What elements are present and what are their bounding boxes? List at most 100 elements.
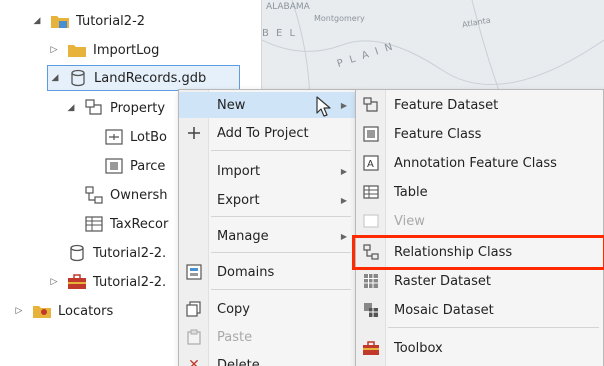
mosaic-dataset-icon <box>362 301 380 319</box>
tree-item-lotbo[interactable]: LotBo <box>104 124 167 150</box>
menu-item-label: Annotation Feature Class <box>394 155 557 171</box>
menu-item-label: New <box>217 97 246 113</box>
tree-item-tutorial2-2-gdb[interactable]: Tutorial2-2. <box>67 240 166 266</box>
tree-item-label: Locators <box>58 303 114 319</box>
svg-text:A: A <box>367 159 374 170</box>
menu-item-import[interactable]: Import ▶ <box>179 158 355 184</box>
submenu-arrow-icon: ▶ <box>340 100 347 110</box>
menu-item-label: Feature Class <box>394 126 482 142</box>
paste-icon <box>185 328 203 346</box>
geodatabase-icon <box>68 69 88 87</box>
expanded-caret-icon[interactable]: ◢ <box>64 103 78 113</box>
tree-item-label: Tutorial2-2. <box>93 274 167 290</box>
tree-item-label: ImportLog <box>93 42 160 58</box>
menu-separator <box>211 150 351 151</box>
tree-item-label: LotBo <box>130 129 167 145</box>
menu-item-copy[interactable]: Copy <box>179 296 355 322</box>
folder-icon <box>67 41 87 59</box>
menu-item-label: Add To Project <box>217 125 309 141</box>
menu-item-label: Domains <box>217 264 275 280</box>
collapsed-caret-icon[interactable]: ▷ <box>12 306 26 316</box>
submenu-item-feature-dataset[interactable]: Feature Dataset <box>356 92 603 118</box>
menu-item-label: Copy <box>217 301 250 317</box>
locators-folder-icon <box>32 302 52 320</box>
domains-icon <box>185 263 203 281</box>
menu-item-label: Paste <box>217 329 253 345</box>
menu-item-delete[interactable]: ✕ Delete <box>179 352 355 366</box>
menu-separator <box>388 327 599 328</box>
toolbox-icon <box>67 273 87 291</box>
submenu-item-view[interactable]: View <box>356 208 603 234</box>
tree-item-importlog[interactable]: ▷ ImportLog <box>47 37 160 63</box>
delete-icon: ✕ <box>188 357 200 366</box>
geodatabase-icon <box>67 244 87 262</box>
highlight-annotation-box <box>352 235 604 270</box>
annotation-icon: A <box>362 154 380 172</box>
tree-item-tutorial2-2-toolbox[interactable]: ▷ Tutorial2-2. <box>47 269 166 295</box>
submenu-item-table[interactable]: Table <box>356 179 603 205</box>
menu-separator <box>211 289 351 290</box>
map-label-city: Montgomery <box>314 14 365 23</box>
menu-separator <box>211 216 351 217</box>
tree-item-label: Ownersh <box>110 187 168 203</box>
new-submenu: Feature Dataset Feature Class A Annotati… <box>355 89 604 366</box>
submenu-arrow-icon: ▶ <box>340 195 347 205</box>
polygon-feature-class-icon <box>104 157 124 175</box>
menu-item-label: Delete <box>217 357 260 366</box>
menu-item-add-to-project[interactable]: Add To Project <box>179 120 355 146</box>
menu-item-paste[interactable]: Paste <box>179 324 355 350</box>
raster-dataset-icon <box>362 272 380 290</box>
menu-item-label: Manage <box>217 228 269 244</box>
tree-item-parce[interactable]: Parce <box>104 153 165 179</box>
line-feature-class-icon <box>104 128 124 146</box>
expanded-caret-icon[interactable]: ◢ <box>48 73 62 83</box>
menu-item-label: View <box>394 213 425 229</box>
tree-item-label: Tutorial2-2. <box>93 245 167 261</box>
relationship-class-icon <box>84 186 104 204</box>
tree-item-taxrecords[interactable]: TaxRecor <box>84 211 168 237</box>
project-folder-icon <box>50 12 70 30</box>
tree-item-landrecords-gdb[interactable]: ◢ LandRecords.gdb <box>47 65 240 91</box>
submenu-arrow-icon: ▶ <box>340 231 347 241</box>
tree-item-label: LandRecords.gdb <box>94 70 207 86</box>
menu-item-manage[interactable]: Manage ▶ <box>179 223 355 249</box>
plus-icon <box>185 124 203 142</box>
submenu-arrow-icon: ▶ <box>340 166 347 176</box>
menu-item-domains[interactable]: Domains <box>179 259 355 285</box>
menu-item-label: Toolbox <box>394 340 443 356</box>
submenu-item-feature-class[interactable]: Feature Class <box>356 121 603 147</box>
tree-item-label: Tutorial2-2 <box>76 13 146 29</box>
feature-class-icon <box>362 125 380 143</box>
menu-item-label: Raster Dataset <box>394 273 491 289</box>
map-label-state: ALABAMA <box>266 2 310 12</box>
feature-dataset-icon <box>84 99 104 117</box>
toolbox-icon <box>362 339 380 357</box>
mouse-pointer-icon <box>316 96 331 117</box>
tree-item-label: Parce <box>130 158 166 174</box>
table-icon <box>362 183 380 201</box>
table-icon <box>84 215 104 233</box>
menu-item-label: Table <box>394 184 428 200</box>
menu-item-label: Mosaic Dataset <box>394 302 494 318</box>
submenu-item-mosaic-dataset[interactable]: Mosaic Dataset <box>356 297 603 323</box>
menu-item-export[interactable]: Export ▶ <box>179 187 355 213</box>
copy-icon <box>185 300 203 318</box>
context-menu: New ▶ Add To Project Import ▶ Export ▶ M… <box>178 89 356 366</box>
tree-item-label: Property <box>110 100 166 116</box>
tree-item-ownership[interactable]: Ownersh <box>84 182 167 208</box>
collapsed-caret-icon[interactable]: ▷ <box>47 277 61 287</box>
submenu-item-raster-dataset[interactable]: Raster Dataset <box>356 268 603 294</box>
menu-item-label: Feature Dataset <box>394 97 499 113</box>
tree-item-locators[interactable]: ▷ Locators <box>12 298 114 324</box>
submenu-item-toolbox[interactable]: Toolbox <box>356 335 603 361</box>
menu-item-label: Export <box>217 192 260 208</box>
expanded-caret-icon[interactable]: ◢ <box>30 16 44 26</box>
submenu-item-annotation-feature-class[interactable]: A Annotation Feature Class <box>356 150 603 176</box>
menu-separator <box>211 252 351 253</box>
tree-item-tutorial2-2[interactable]: ◢ Tutorial2-2 <box>30 8 146 34</box>
feature-dataset-icon <box>362 96 380 114</box>
tree-item-property[interactable]: ◢ Property <box>64 95 165 121</box>
tree-item-label: TaxRecor <box>110 216 169 232</box>
collapsed-caret-icon[interactable]: ▷ <box>47 45 61 55</box>
menu-item-label: Import <box>217 163 261 179</box>
